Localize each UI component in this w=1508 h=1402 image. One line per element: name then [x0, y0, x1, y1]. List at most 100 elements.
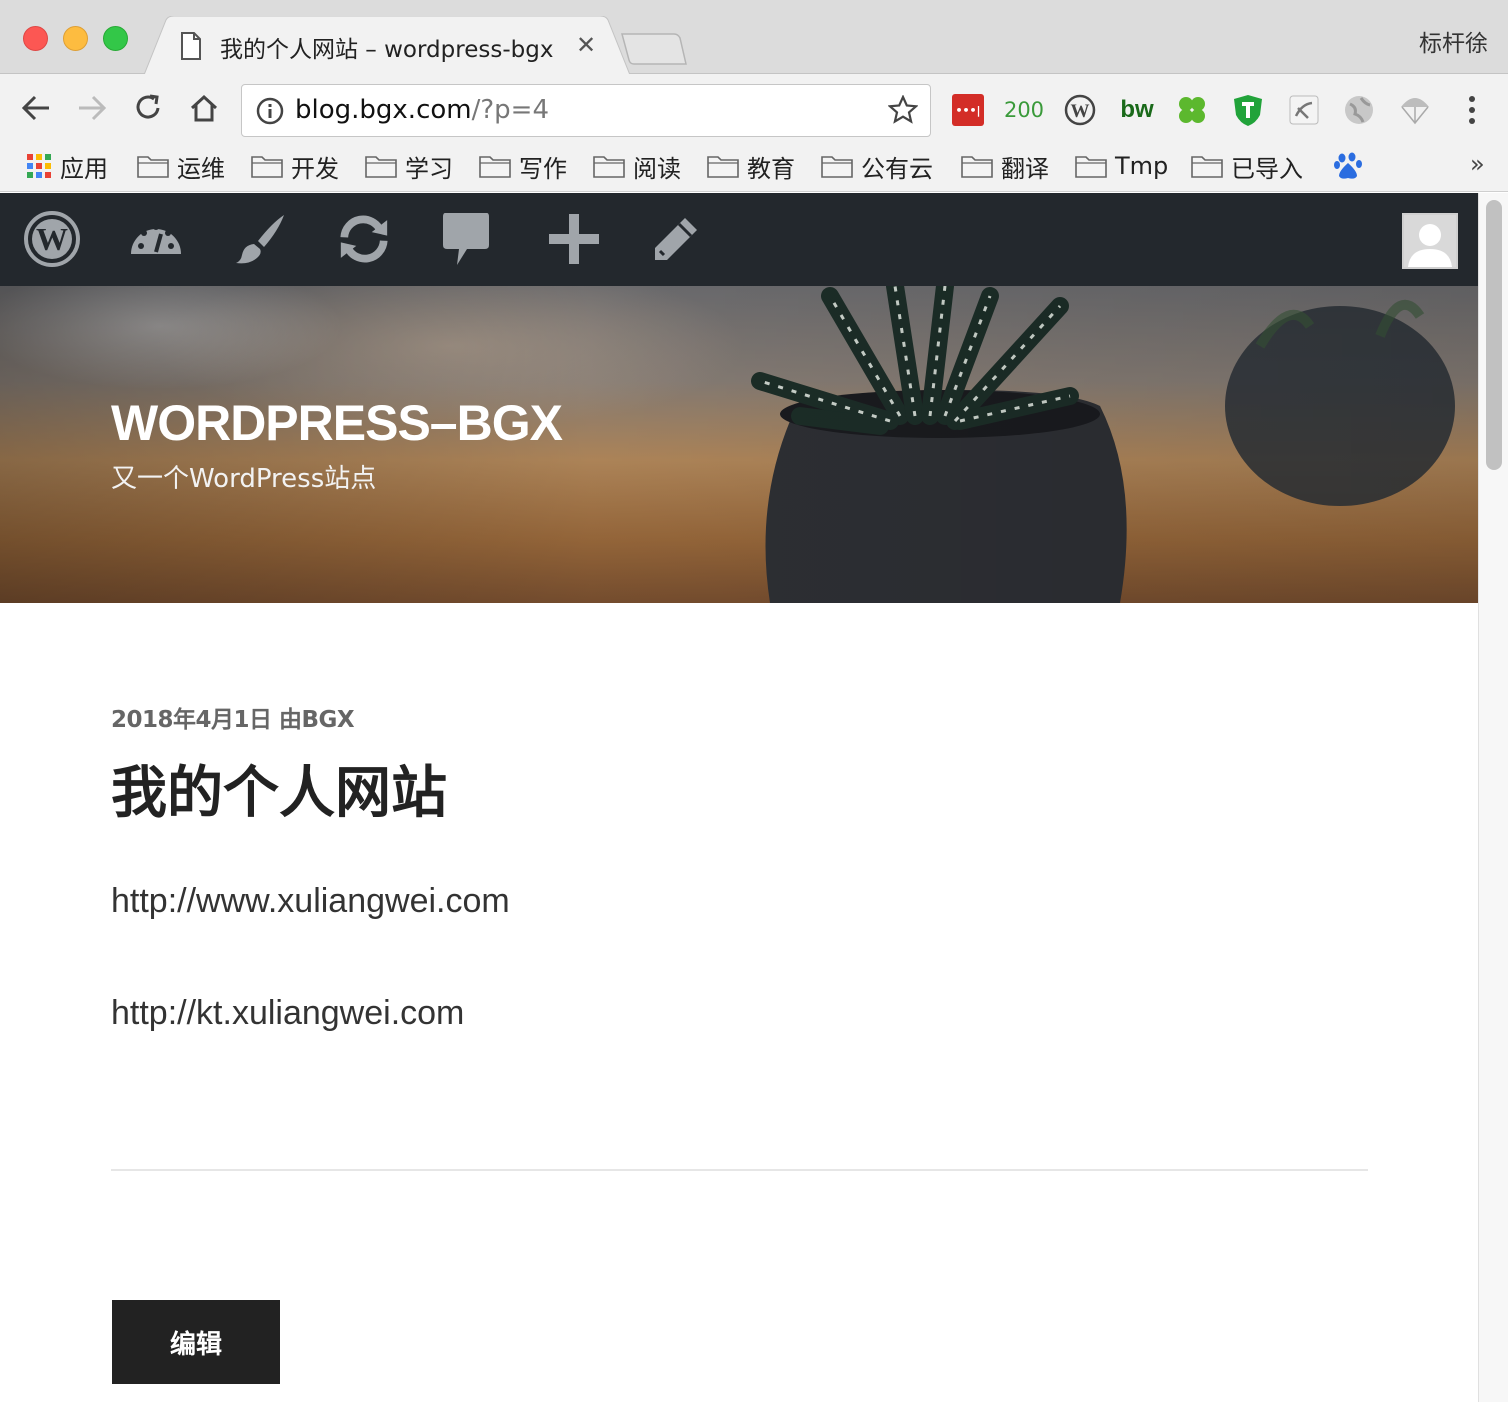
parachute-icon [1401, 98, 1429, 125]
folder-icon [593, 156, 625, 178]
site-title[interactable]: WORDPRESS–BGX [111, 394, 563, 452]
pencil-icon [655, 218, 697, 260]
bookmark-folder[interactable]: 教育 [707, 150, 795, 183]
reload-icon [136, 94, 160, 119]
url-text[interactable]: blog.bgx.com/?p=4 [295, 95, 549, 125]
edit-post-button[interactable] [646, 209, 706, 269]
wordpress-icon: W [1064, 94, 1096, 126]
folder-icon [707, 156, 739, 178]
profile-name[interactable]: 标杆徐 [1419, 24, 1488, 58]
site-header-image: WORDPRESS–BGX 又一个WordPress站点 [0, 286, 1478, 603]
folder-icon [1191, 156, 1223, 178]
comment-bubble-icon [443, 213, 489, 265]
new-tab-button[interactable] [620, 32, 688, 66]
lastpass-icon: •••| [952, 94, 984, 126]
bookmark-folder[interactable]: 开发 [251, 150, 339, 183]
bookmark-folder[interactable]: 翻译 [961, 150, 1049, 183]
site-description: 又一个WordPress站点 [111, 464, 377, 494]
scrollbar-thumb[interactable] [1486, 200, 1502, 470]
bookmark-folder-label: 学习 [405, 154, 453, 183]
comments-button[interactable] [436, 209, 496, 269]
forward-button[interactable] [72, 88, 112, 128]
bookmark-folder[interactable]: 公有云 [821, 150, 933, 183]
post-paragraph: http://kt.xuliangwei.com [111, 994, 465, 1032]
apps-grid-icon [27, 154, 51, 178]
bookmark-folder-label: Tmp [1115, 152, 1169, 180]
folder-icon [365, 156, 397, 178]
chrome-menu-icon[interactable] [1460, 94, 1484, 126]
paintbrush-icon [236, 215, 284, 264]
avatar-silhouette-icon [1404, 215, 1456, 267]
folder-icon [137, 156, 169, 178]
folder-icon [479, 156, 511, 178]
address-bar[interactable]: blog.bgx.com/?p=4 [241, 84, 931, 137]
post-paragraph: http://www.xuliangwei.com [111, 882, 510, 920]
dashboard-gauge-icon [131, 224, 181, 254]
globe-icon [1345, 96, 1373, 124]
content-divider [111, 1169, 1368, 1171]
bw-label: bw [1120, 96, 1154, 123]
bookmark-folder[interactable]: 写作 [479, 150, 567, 183]
post-meta[interactable]: 2018年4月1日 由BGX [111, 700, 355, 734]
bookmark-folder-label: 翻译 [1001, 154, 1049, 183]
updates-button[interactable] [334, 209, 394, 269]
edit-button[interactable]: 编辑 [112, 1300, 280, 1384]
info-icon[interactable] [256, 97, 284, 125]
bookmark-folder-label: 公有云 [861, 154, 933, 183]
svg-text:W: W [1071, 101, 1090, 122]
bookmark-folder-label: 写作 [519, 154, 567, 183]
youdao-extension[interactable] [1286, 92, 1322, 128]
bookmarks-overflow-button[interactable]: » [1470, 150, 1485, 178]
shield-t-icon [1234, 95, 1262, 126]
lastpass-extension[interactable]: •••| [950, 92, 986, 128]
parachute-extension[interactable] [1397, 92, 1433, 128]
extension-200[interactable]: 200 [1004, 92, 1044, 128]
bookmark-folder[interactable]: Tmp [1075, 150, 1168, 182]
wordpress-extension[interactable]: W [1062, 92, 1098, 128]
home-button[interactable] [184, 88, 224, 128]
window-minimize-button[interactable] [63, 26, 88, 51]
bookmark-folder-label: 运维 [177, 154, 225, 183]
dashboard-button[interactable] [126, 209, 186, 269]
tab-title: 我的个人网站 – wordpress-bgx [220, 37, 554, 63]
folder-icon [1075, 156, 1107, 178]
clover-extension[interactable] [1174, 92, 1210, 128]
bookmark-folder[interactable]: 阅读 [593, 150, 681, 183]
folder-icon [961, 156, 993, 178]
bookmark-apps-label: 应用 [60, 154, 108, 183]
wordpress-logo-icon: W [24, 211, 80, 267]
post-title: 我的个人网站 [111, 761, 447, 826]
tab-close-icon[interactable]: ✕ [576, 31, 596, 59]
wp-admin-bar: W [0, 193, 1478, 286]
window-maximize-button[interactable] [103, 26, 128, 51]
folder-icon [251, 156, 283, 178]
baidu-paw-icon [1334, 152, 1362, 179]
clover-icon [1179, 97, 1205, 123]
bookmark-apps[interactable]: 应用 [26, 150, 108, 183]
plus-icon [549, 214, 599, 264]
extension-200-label: 200 [1003, 98, 1045, 122]
bookmark-folder-label: 教育 [747, 154, 795, 183]
bookmark-folder[interactable]: 已导入 [1191, 150, 1303, 183]
shield-extension[interactable] [1230, 92, 1266, 128]
back-button[interactable] [16, 88, 56, 128]
window-close-button[interactable] [23, 26, 48, 51]
page-icon [181, 32, 201, 60]
bookmark-folder[interactable]: 学习 [365, 150, 453, 183]
bookmark-star-icon[interactable] [888, 95, 918, 125]
bookmark-baidu[interactable] [1333, 150, 1363, 182]
bw-extension[interactable]: bw [1117, 92, 1157, 128]
reload-button[interactable] [128, 88, 168, 128]
svg-text:W: W [36, 221, 68, 257]
user-avatar[interactable] [1402, 213, 1458, 269]
bookmark-folder[interactable]: 运维 [137, 150, 225, 183]
back-arrow-icon [21, 95, 49, 121]
globe-extension[interactable] [1341, 92, 1377, 128]
wp-logo-button[interactable]: W [22, 209, 82, 269]
updates-refresh-icon [340, 215, 388, 263]
youdao-icon [1289, 95, 1319, 125]
new-content-button[interactable] [544, 209, 604, 269]
bookmark-folder-label: 开发 [291, 154, 339, 183]
customize-button[interactable] [230, 209, 290, 269]
bookmark-folder-label: 已导入 [1231, 154, 1303, 183]
